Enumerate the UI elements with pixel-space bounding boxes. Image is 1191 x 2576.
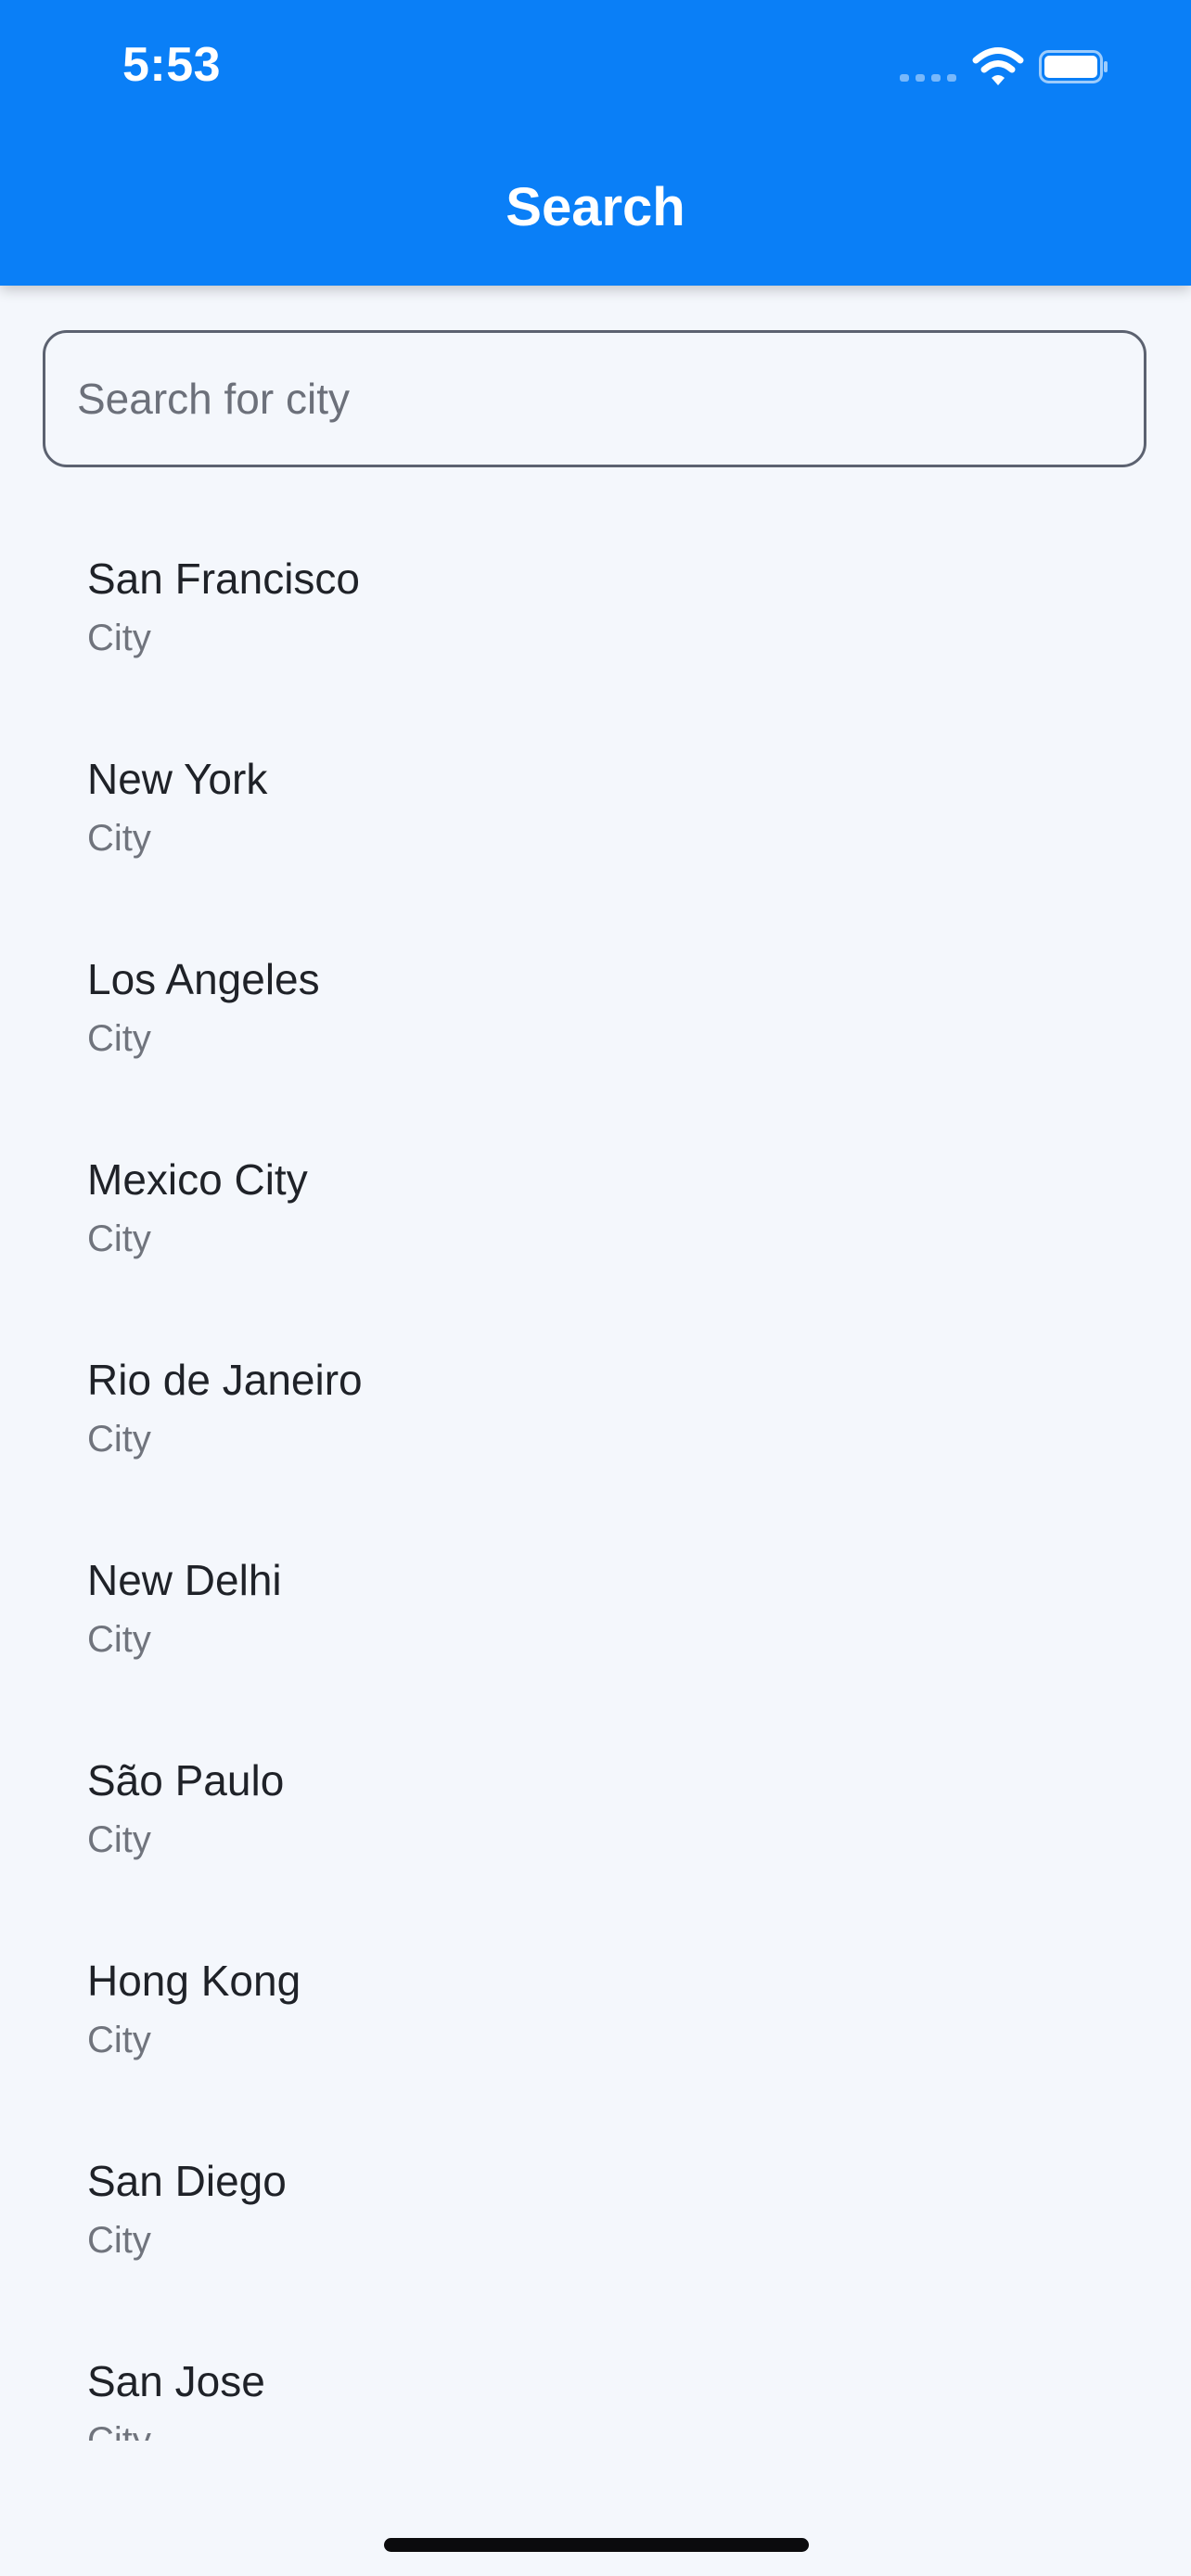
city-type: City: [87, 1419, 151, 1460]
city-name: San Francisco: [87, 555, 361, 603]
wifi-icon: [972, 47, 1024, 85]
search-input[interactable]: [77, 333, 1107, 465]
city-name: Mexico City: [87, 1155, 308, 1204]
city-name: Rio de Janeiro: [87, 1356, 363, 1404]
city-type: City: [87, 618, 151, 658]
list-item[interactable]: Rio de Janeiro City: [0, 1320, 1191, 1521]
city-name: San Diego: [87, 2157, 287, 2205]
city-type: City: [87, 818, 151, 859]
city-name: New Delhi: [87, 1556, 282, 1604]
home-indicator[interactable]: [384, 2538, 809, 2552]
list-item[interactable]: Hong Kong City: [0, 1921, 1191, 2122]
city-type: City: [87, 2220, 151, 2261]
list-item[interactable]: San Jose City: [0, 2322, 1191, 2441]
list-item[interactable]: New Delhi City: [0, 1521, 1191, 1721]
city-type: City: [87, 2420, 151, 2441]
cellular-signal-icon: [900, 74, 957, 82]
city-type: City: [87, 1018, 151, 1059]
status-time: 5:53: [122, 38, 222, 92]
app-header: 5:53 Search: [0, 0, 1191, 286]
city-name: Hong Kong: [87, 1957, 301, 2005]
city-type: City: [87, 1619, 151, 1660]
list-item[interactable]: São Paulo City: [0, 1721, 1191, 1921]
city-type: City: [87, 1819, 151, 1860]
page-title: Search: [506, 177, 685, 237]
city-name: Los Angeles: [87, 955, 320, 1003]
list-item[interactable]: Mexico City City: [0, 1120, 1191, 1320]
list-item[interactable]: San Diego City: [0, 2122, 1191, 2322]
city-name: New York: [87, 755, 268, 803]
city-results-list[interactable]: San Francisco City New York City Los Ang…: [0, 519, 1191, 2441]
list-item[interactable]: San Francisco City: [0, 519, 1191, 720]
city-name: São Paulo: [87, 1756, 285, 1804]
city-type: City: [87, 1218, 151, 1259]
list-item[interactable]: New York City: [0, 720, 1191, 920]
list-item[interactable]: Los Angeles City: [0, 920, 1191, 1120]
battery-icon: [1039, 50, 1108, 83]
city-name: San Jose: [87, 2357, 265, 2405]
city-type: City: [87, 2020, 151, 2060]
search-field[interactable]: [43, 330, 1146, 467]
